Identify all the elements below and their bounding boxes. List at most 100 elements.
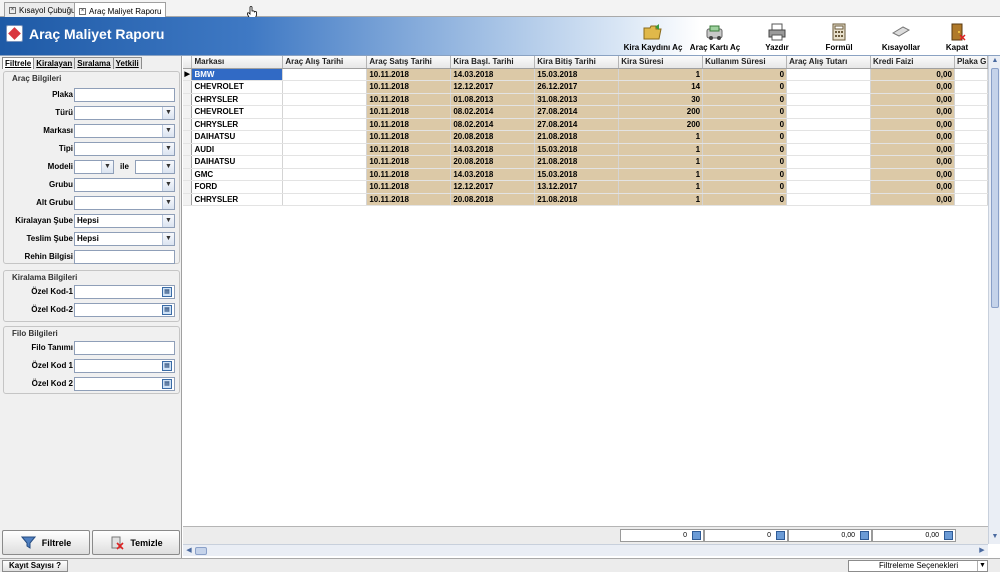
filo-tanimi-input[interactable] [74,341,175,355]
table-cell[interactable]: 0,00 [870,68,955,81]
filter-options-select[interactable]: Filtreleme Seçenekleri ▼ [848,560,988,572]
table-cell[interactable]: 0 [702,80,788,94]
filo-ozel-kod-1-input[interactable]: ▦ [74,359,175,373]
scroll-up-icon[interactable]: ▲ [990,57,1000,67]
table-cell[interactable] [282,168,368,181]
grubu-select[interactable]: ▼ [74,178,175,192]
table-cell[interactable] [954,168,988,181]
table-cell[interactable] [282,105,368,119]
table-cell[interactable]: 21.08.2018 [534,193,620,206]
table-cell[interactable]: 0 [702,130,788,144]
table-cell[interactable]: 10.11.2018 [366,130,452,144]
scroll-right-icon[interactable]: ▶ [977,546,987,556]
print-button[interactable]: Yazdır [746,17,808,55]
table-cell[interactable] [786,130,872,144]
table-cell[interactable]: 20.08.2018 [450,130,536,144]
table-cell[interactable]: 21.08.2018 [534,155,620,169]
table-cell[interactable]: 10.11.2018 [366,80,452,94]
table-cell[interactable]: 0,00 [870,93,955,106]
table-cell[interactable]: 15.03.2018 [534,143,620,156]
table-cell[interactable]: DAIHATSU [191,130,284,144]
table-cell[interactable] [954,68,988,81]
table-row[interactable]: CHRYSLER 10.11.2018 01.08.2013 31.08.2013 30… [183,93,988,106]
table-cell[interactable] [786,193,872,206]
table-cell[interactable]: 0,00 [870,180,955,194]
table-cell[interactable]: 0 [702,168,788,181]
column-header[interactable]: Araç Alış Tutarı [786,56,872,69]
table-cell[interactable]: CHEVROLET [191,80,284,94]
table-cell[interactable] [786,118,872,131]
table-cell[interactable] [954,143,988,156]
row-indicator[interactable] [183,118,193,131]
table-cell[interactable]: 1 [618,193,704,206]
table-cell[interactable] [786,68,872,81]
chevron-down-icon[interactable]: ▼ [162,143,174,155]
table-cell[interactable]: 10.11.2018 [366,105,452,119]
table-cell[interactable]: CHEVROLET [191,105,284,119]
table-cell[interactable]: 200 [618,105,704,119]
table-cell[interactable]: 10.11.2018 [366,180,452,194]
table-cell[interactable]: BMW [191,68,284,81]
table-cell[interactable]: 0 [702,180,788,194]
table-cell[interactable]: 0,00 [870,130,955,144]
row-indicator[interactable] [183,155,193,169]
close-tab-icon[interactable]: × [79,7,86,15]
table-cell[interactable]: 1 [618,143,704,156]
table-cell[interactable]: 10.11.2018 [366,68,452,81]
tipi-select[interactable]: ▼ [74,142,175,156]
summary-calc-icon[interactable] [776,531,785,540]
table-cell[interactable]: 1 [618,68,704,81]
table-row[interactable]: AUDI 10.11.2018 14.03.2018 15.03.2018 1 0 0,00 [183,143,988,156]
model-from-select[interactable]: ▼ [74,160,114,174]
table-cell[interactable]: 0 [702,118,788,131]
table-cell[interactable] [282,130,368,144]
lookup-icon[interactable]: ▦ [162,305,172,315]
table-cell[interactable]: 20.08.2018 [450,155,536,169]
table-cell[interactable]: FORD [191,180,284,194]
kiralayan-sube-select[interactable]: Hepsi ▼ [74,214,175,228]
table-row[interactable]: CHEVROLET 10.11.2018 08.02.2014 27.08.2014 2… [183,105,988,119]
column-header[interactable]: Araç Alış Tarihi [282,56,368,69]
tab-yetkili[interactable]: Yetkili [112,57,142,69]
filo-ozel-kod-2-input[interactable]: ▦ [74,377,175,391]
table-cell[interactable]: 1 [618,180,704,194]
plaka-input[interactable] [74,88,175,102]
rehin-input[interactable] [74,250,175,264]
table-cell[interactable] [786,105,872,119]
table-cell[interactable]: 12.12.2017 [450,80,536,94]
table-cell[interactable] [282,118,368,131]
table-cell[interactable]: 0,00 [870,143,955,156]
table-cell[interactable]: 13.12.2017 [534,180,620,194]
table-cell[interactable]: 14.03.2018 [450,68,536,81]
chevron-down-icon[interactable]: ▼ [162,125,174,137]
model-to-select[interactable]: ▼ [135,160,175,174]
markasi-select[interactable]: ▼ [74,124,175,138]
table-cell[interactable] [282,80,368,94]
column-header[interactable]: Plaka G [954,56,988,69]
table-row[interactable]: CHEVROLET 10.11.2018 12.12.2017 26.12.2017 1… [183,80,988,94]
record-count-button[interactable]: Kayıt Sayısı ? [2,560,68,572]
table-cell[interactable]: CHRYSLER [191,193,284,206]
scroll-thumb[interactable] [991,68,999,308]
table-cell[interactable] [282,180,368,194]
table-cell[interactable]: 1 [618,168,704,181]
table-cell[interactable]: 0,00 [870,105,955,119]
filter-button[interactable]: Filtrele [2,530,90,555]
table-cell[interactable] [786,93,872,106]
lookup-icon[interactable]: ▦ [162,379,172,389]
table-cell[interactable]: 14.03.2018 [450,143,536,156]
table-cell[interactable] [282,155,368,169]
table-cell[interactable]: 31.08.2013 [534,93,620,106]
table-cell[interactable]: 14 [618,80,704,94]
scroll-thumb[interactable] [195,547,207,555]
open-vehicle-card-button[interactable]: Araç Kartı Aç [684,17,746,55]
table-cell[interactable]: 1 [618,155,704,169]
table-cell[interactable]: 15.03.2018 [534,168,620,181]
row-indicator[interactable] [183,168,193,181]
column-header[interactable]: Kira Başl. Tarihi [450,56,536,69]
column-header[interactable]: Kullanım Süresi [702,56,788,69]
column-header[interactable]: Kira Bitiş Tarihi [534,56,620,69]
shortcuts-button[interactable]: Kısayollar [870,17,932,55]
table-cell[interactable]: 10.11.2018 [366,93,452,106]
chevron-down-icon[interactable]: ▼ [162,233,174,245]
